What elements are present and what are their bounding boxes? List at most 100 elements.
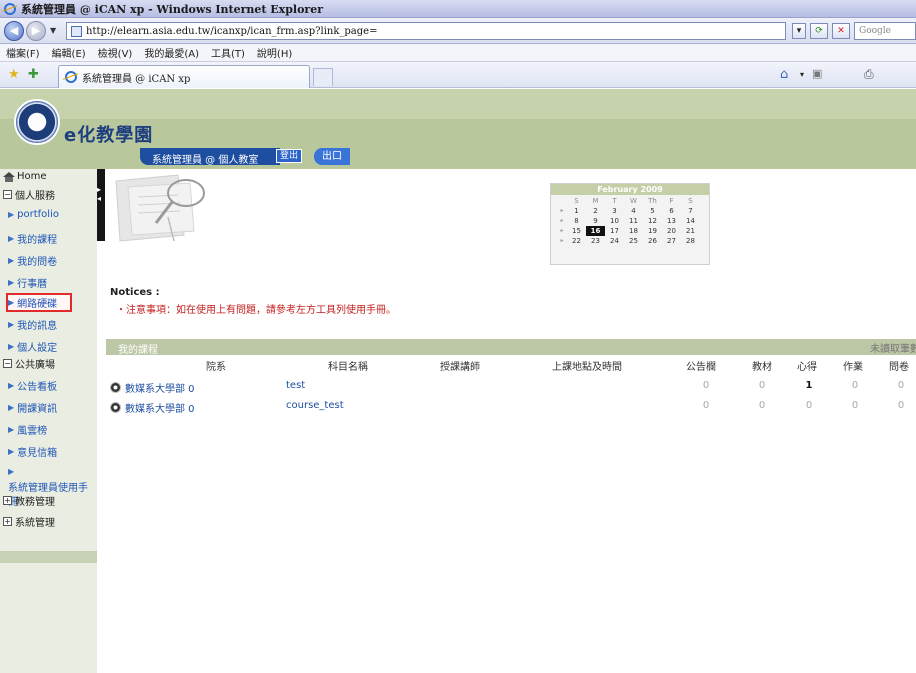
calendar-day[interactable]: 8 xyxy=(567,216,586,226)
arrow-icon: ▶ xyxy=(8,256,15,265)
sidebar-group-public[interactable]: − 公共廣場 xyxy=(3,356,55,371)
materials-count[interactable]: 0 xyxy=(752,380,772,391)
calendar-day[interactable]: 26 xyxy=(643,236,662,246)
sidebar-item-network-drive[interactable]: ▶ 網路硬碟 xyxy=(6,293,72,312)
calendar-day[interactable]: 14 xyxy=(681,216,700,226)
sidebar-item-personal-settings[interactable]: ▶ 個人設定 xyxy=(8,339,57,354)
calendar-day[interactable]: 22 xyxy=(567,236,586,246)
refresh-button[interactable]: ⟳ xyxy=(810,23,828,39)
calendar-day[interactable]: 10 xyxy=(605,216,624,226)
sidebar-item-calendar[interactable]: ▶ 行事曆 xyxy=(8,275,47,290)
calendar-week-arrow-icon[interactable]: ▸ xyxy=(557,226,567,236)
calendar-day[interactable]: 20 xyxy=(662,226,681,236)
address-dropdown-button[interactable]: ▾ xyxy=(792,23,806,39)
announcements-count[interactable]: 0 xyxy=(696,400,716,411)
course-name-link[interactable]: course_test xyxy=(286,400,344,411)
homework-count[interactable]: 0 xyxy=(845,400,865,411)
calendar-day[interactable]: 27 xyxy=(662,236,681,246)
calendar-day[interactable]: 2 xyxy=(586,206,605,216)
calendar-day[interactable]: 21 xyxy=(681,226,700,236)
sidebar-home-label: Home xyxy=(17,171,47,182)
address-bar: ◀ ▶ ▼ http://elearn.asia.edu.tw/icanxp/i… xyxy=(0,18,916,44)
calendar-day[interactable]: 15 xyxy=(567,226,586,236)
calendar-day[interactable]: 17 xyxy=(605,226,624,236)
menu-favorites[interactable]: 我的最愛(A) xyxy=(144,45,199,60)
calendar-day[interactable]: 19 xyxy=(643,226,662,236)
arrow-icon: ▶ xyxy=(8,298,15,307)
calendar-day[interactable]: 24 xyxy=(605,236,624,246)
home-icon[interactable]: ⌂ xyxy=(780,67,788,82)
calendar-day[interactable]: 12 xyxy=(643,216,662,226)
reflections-count[interactable]: 1 xyxy=(799,380,819,391)
announcements-count[interactable]: 0 xyxy=(696,380,716,391)
address-input[interactable]: http://elearn.asia.edu.tw/icanxp/ican_fr… xyxy=(66,22,786,40)
stop-button[interactable]: ✕ xyxy=(832,23,850,39)
calendar-day[interactable]: 1 xyxy=(567,206,586,216)
sidebar-item-label: portfolio xyxy=(17,209,59,220)
sidebar-home[interactable]: Home xyxy=(3,171,47,182)
menu-view[interactable]: 檢視(V) xyxy=(98,45,133,60)
back-button[interactable]: ◀ xyxy=(4,21,24,41)
courses-section-header: 我的課程 xyxy=(106,339,916,356)
sidebar-item-label: 個人設定 xyxy=(17,343,58,354)
logout-button[interactable]: 登出 xyxy=(276,149,302,163)
sidebar-group-system[interactable]: + 系統管理 xyxy=(3,514,55,529)
sidebar-item-feedback[interactable]: ▶ 意見信箱 xyxy=(8,444,57,459)
calendar-day[interactable]: 4 xyxy=(624,206,643,216)
sidebar-group-label: 系統管理 xyxy=(15,518,55,529)
calendar-day[interactable]: 13 xyxy=(662,216,681,226)
calendar-day[interactable]: 7 xyxy=(681,206,700,216)
feeds-icon[interactable]: ▣ xyxy=(812,67,822,80)
history-dropdown-icon[interactable]: ▼ xyxy=(50,26,56,35)
sidebar-item-my-courses[interactable]: ▶ 我的課程 xyxy=(8,231,57,246)
sidebar-item-portfolio[interactable]: ▶ portfolio xyxy=(8,209,59,220)
table-row: 數媒系大學部 0 course_test 0 0 0 0 0 xyxy=(0,400,916,416)
calendar-week-arrow-icon[interactable]: ▸ xyxy=(557,236,567,246)
menu-file[interactable]: 檔案(F) xyxy=(6,45,40,60)
calendar-day[interactable]: 23 xyxy=(586,236,605,246)
calendar-month-title: February 2009 xyxy=(551,184,709,195)
add-favorite-icon[interactable]: ✚ xyxy=(28,67,39,82)
sidebar-toggle-strip[interactable]: ▸ ◂ xyxy=(97,169,105,241)
reflections-count[interactable]: 0 xyxy=(799,400,819,411)
calendar-week-arrow-icon[interactable]: ▸ xyxy=(557,206,567,216)
course-name-link[interactable]: test xyxy=(286,380,305,391)
calendar-week-arrow-icon[interactable]: ▸ xyxy=(557,216,567,226)
sidebar-item-my-messages[interactable]: ▶ 我的訊息 xyxy=(8,317,57,332)
sidebar-group-academic[interactable]: + 教務管理 xyxy=(3,493,55,508)
menu-edit[interactable]: 編輯(E) xyxy=(52,45,86,60)
home-dropdown-icon[interactable]: ▾ xyxy=(800,70,804,79)
sidebar-group-personal[interactable]: − 個人服務 xyxy=(3,187,55,202)
print-icon[interactable]: ⎙ xyxy=(864,67,874,82)
favorites-star-icon[interactable]: ★ xyxy=(8,67,20,82)
surveys-count[interactable]: 0 xyxy=(891,380,911,391)
materials-count[interactable]: 0 xyxy=(752,400,772,411)
calendar-day[interactable]: 3 xyxy=(605,206,624,216)
expand-icon: + xyxy=(3,517,12,526)
sidebar-group-label: 教務管理 xyxy=(15,497,55,508)
homework-count[interactable]: 0 xyxy=(845,380,865,391)
exit-button[interactable]: 出口 xyxy=(314,148,350,165)
tab-active[interactable]: 系統管理員 @ iCAN xp xyxy=(58,65,310,88)
column-header-reflections: 心得 xyxy=(797,362,817,373)
calendar-day[interactable]: 11 xyxy=(624,216,643,226)
menu-help[interactable]: 說明(H) xyxy=(257,45,292,60)
calendar-day[interactable]: 5 xyxy=(643,206,662,216)
sidebar-item-my-surveys[interactable]: ▶ 我的問卷 xyxy=(8,253,57,268)
calendar-day[interactable]: 6 xyxy=(662,206,681,216)
forward-button[interactable]: ▶ xyxy=(26,21,46,41)
calendar-day[interactable]: 18 xyxy=(624,226,643,236)
arrow-icon: ▶ xyxy=(8,342,15,351)
search-input[interactable]: Google xyxy=(854,22,916,40)
calendar-day[interactable]: 9 xyxy=(586,216,605,226)
new-tab-button[interactable] xyxy=(313,68,333,86)
course-department[interactable]: 數媒系大學部 0 xyxy=(110,400,195,415)
course-department[interactable]: 數媒系大學部 0 xyxy=(110,380,195,395)
calendar-day-today[interactable]: 16 xyxy=(586,226,605,236)
menu-tools[interactable]: 工具(T) xyxy=(211,45,245,60)
surveys-count[interactable]: 0 xyxy=(891,400,911,411)
sidebar-item-label: 意見信箱 xyxy=(17,448,58,459)
sidebar-item-ranking[interactable]: ▶ 風雲榜 xyxy=(8,422,47,437)
calendar-day[interactable]: 28 xyxy=(681,236,700,246)
calendar-day[interactable]: 25 xyxy=(624,236,643,246)
